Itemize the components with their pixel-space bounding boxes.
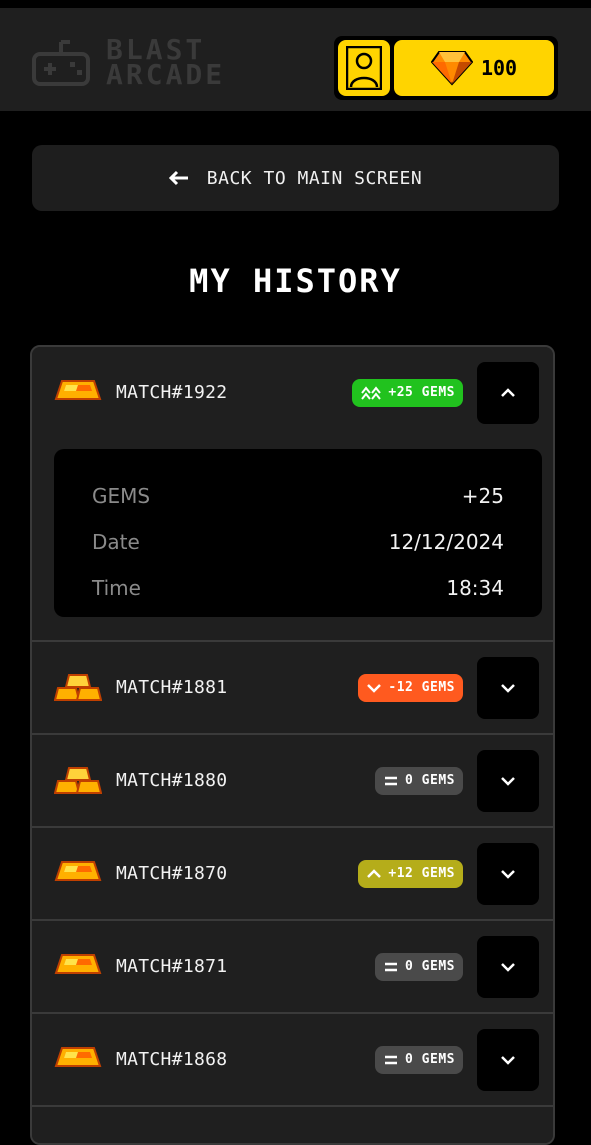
result-badge: -12 GEMS [358,673,463,702]
expand-button[interactable] [477,656,539,719]
chevron-up-icon [501,387,515,397]
match-row[interactable]: MATCH#1871 0 GEMS [32,921,553,1014]
result-badge: 0 GEMS [375,766,463,795]
detail-date: Date 12/12/2024 [92,519,504,565]
chevron-down-icon [501,1055,515,1065]
match-row-header[interactable]: MATCH#1871 0 GEMS [32,921,553,1012]
match-label: MATCH#1880 [116,770,228,791]
chevron-down-icon [501,962,515,972]
expand-button[interactable] [477,749,539,812]
match-label: MATCH#1868 [116,1049,228,1070]
app-logo[interactable]: BLAST ARCADE [30,34,225,90]
result-badge-label: 0 GEMS [405,959,455,974]
user-status: 100 [334,36,558,100]
result-badge: +25 GEMS [352,378,463,407]
detail-value: +25 [461,484,504,508]
chevron-down-icon [501,683,515,693]
match-label: MATCH#1871 [116,956,228,977]
detail-gems: GEMS +25 [92,473,504,519]
expand-button[interactable] [477,842,539,905]
match-row[interactable]: MATCH#1868 0 GEMS [32,1014,553,1107]
gold-bar-icon [54,861,102,881]
double-up-icon [361,385,382,400]
detail-key: GEMS [92,484,151,508]
back-to-main-button[interactable]: BACK TO MAIN SCREEN [32,145,559,211]
app-name: BLAST ARCADE [106,36,226,91]
expand-button[interactable] [477,935,539,998]
expand-button[interactable] [477,1028,539,1091]
detail-key: Date [92,530,140,554]
match-row-header[interactable]: MATCH#1922 +25 GEMS [32,347,553,438]
gold-bars-icon [54,767,102,794]
gold-bar-icon [54,954,102,974]
match-row-header[interactable]: MATCH#1870 +12 GEMS [32,828,553,919]
profile-button[interactable] [338,40,390,96]
chevron-up-icon [367,868,382,878]
detail-key: Time [92,576,141,600]
top-bar: BLAST ARCADE 100 [0,8,591,111]
result-badge-label: 0 GEMS [405,773,455,788]
page-title: MY HISTORY [189,262,402,300]
match-row-header[interactable]: MATCH#1881 -12 GEMS [32,642,553,733]
match-row-header[interactable]: MATCH#1868 0 GEMS [32,1014,553,1105]
user-icon [346,46,382,90]
collapse-button[interactable] [477,361,539,424]
gold-bar-icon [54,1047,102,1067]
match-row[interactable]: MATCH#1880 0 GEMS [32,735,553,828]
back-button-label: BACK TO MAIN SCREEN [206,167,423,189]
result-badge-label: -12 GEMS [388,680,455,695]
chevron-down-icon [367,683,382,693]
result-badge-label: +12 GEMS [388,866,455,881]
gold-bars-icon [54,674,102,701]
detail-time: Time 18:34 [92,565,504,611]
chevron-down-icon [501,869,515,879]
app-name-line2: ARCADE [106,58,226,91]
match-row[interactable]: MATCH#1881 -12 GEMS [32,642,553,735]
equals-icon [385,776,398,785]
detail-value: 12/12/2024 [388,530,504,554]
gem-balance[interactable]: 100 [394,40,554,96]
match-row-header[interactable]: MATCH#1880 0 GEMS [32,735,553,826]
match-history-list: MATCH#1922 +25 GEMS GEMS +25 Date 12/12/… [30,345,555,1145]
result-badge-label: +25 GEMS [388,385,455,400]
result-badge: +12 GEMS [358,859,463,888]
match-row[interactable] [32,1107,553,1143]
match-row[interactable]: MATCH#1870 +12 GEMS [32,828,553,921]
result-badge: 0 GEMS [375,1045,463,1074]
gold-bar-icon [54,380,102,400]
match-label: MATCH#1881 [116,677,228,698]
equals-icon [385,1055,398,1064]
match-row: MATCH#1922 +25 GEMS GEMS +25 Date 12/12/… [32,347,553,642]
chevron-down-icon [501,776,515,786]
match-details: GEMS +25 Date 12/12/2024 Time 18:34 [54,449,542,617]
gem-balance-value: 100 [480,56,518,80]
result-badge: 0 GEMS [375,952,463,981]
gamepad-icon [32,40,90,86]
result-badge-label: 0 GEMS [405,1052,455,1067]
match-label: MATCH#1870 [116,863,228,884]
detail-value: 18:34 [446,576,504,600]
match-label: MATCH#1922 [116,382,228,403]
arrow-left-icon [168,170,188,186]
gem-icon [430,51,473,86]
equals-icon [385,962,398,971]
